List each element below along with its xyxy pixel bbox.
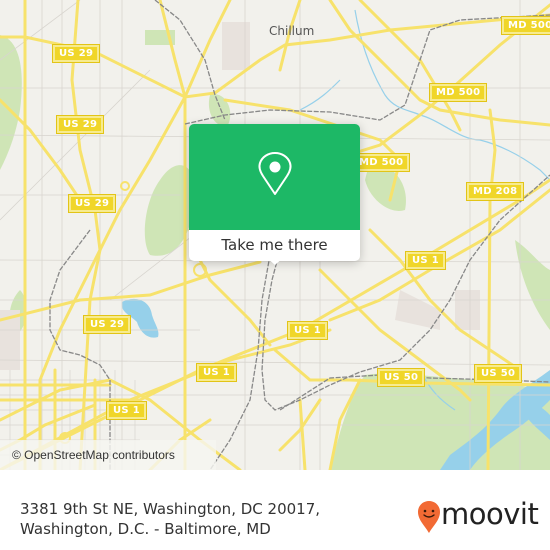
place-label-chillum: Chillum bbox=[269, 24, 315, 38]
route-shield-us50: US 50 bbox=[473, 364, 523, 383]
route-shield-md500: MD 500 bbox=[500, 16, 550, 35]
map[interactable]: Chillum US 29 US 29 US 29 US 29 US 1 US … bbox=[0, 0, 550, 470]
popup-header[interactable] bbox=[189, 124, 360, 230]
moovit-wordmark: moovit bbox=[441, 497, 539, 531]
popup-pointer bbox=[265, 256, 285, 265]
map-attribution[interactable]: © OpenStreetMap contributors bbox=[0, 440, 216, 470]
route-shield-us29: US 29 bbox=[67, 194, 117, 213]
moovit-logo[interactable]: moovit bbox=[417, 494, 539, 534]
footer: 3381 9th St NE, Washington, DC 20017, Wa… bbox=[0, 470, 550, 550]
take-me-there-popup[interactable]: Take me there bbox=[189, 124, 360, 265]
route-shield-md208: MD 208 bbox=[465, 182, 525, 201]
address-text: 3381 9th St NE, Washington, DC 20017, Wa… bbox=[20, 500, 321, 538]
route-shield-md500: MD 500 bbox=[428, 83, 488, 102]
route-shield-us29: US 29 bbox=[55, 115, 105, 134]
route-shield-us1: US 1 bbox=[405, 251, 446, 270]
route-shield-us1: US 1 bbox=[106, 401, 147, 420]
route-shield-us50: US 50 bbox=[376, 368, 426, 387]
route-shield-us29: US 29 bbox=[82, 315, 132, 334]
location-pin-icon bbox=[258, 152, 292, 195]
route-shield-us1: US 1 bbox=[196, 363, 237, 382]
route-shield-md500: MD 500 bbox=[351, 153, 411, 172]
moovit-pin-icon bbox=[418, 501, 440, 533]
route-shield-us29: US 29 bbox=[51, 44, 101, 63]
route-shield-us1: US 1 bbox=[287, 321, 328, 340]
